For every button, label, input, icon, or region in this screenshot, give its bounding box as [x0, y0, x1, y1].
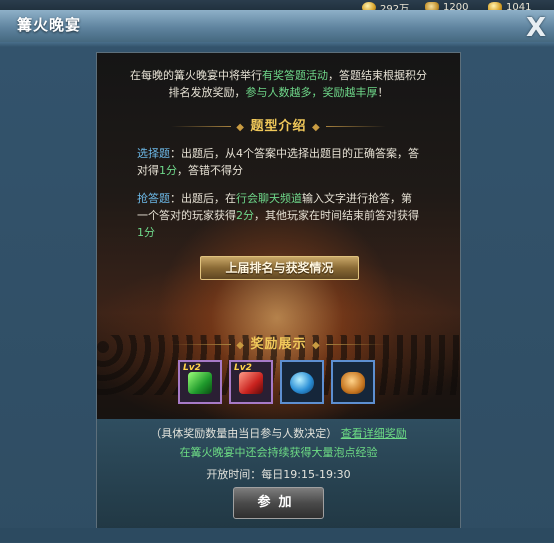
- window-titlebar: [0, 10, 554, 42]
- race-question-desc: 抢答题：出题后，在行会聊天频道输入文字进行抢答，第一个答对的玩家获得2分，其他玩…: [137, 190, 422, 241]
- diamond-icon: ◆: [236, 340, 245, 351]
- section-title-rewards: ◆ 奖励展示 ◆: [97, 333, 460, 352]
- choice-label: 选择题: [137, 147, 170, 160]
- section-title-question-types: ◆ 题型介绍 ◆: [97, 115, 460, 134]
- divider: [326, 126, 387, 127]
- intro-text: 在每晚的篝火晚宴中将举行有奖答题活动，答题结束根据积分 排名发放奖励，参与人数越…: [115, 67, 442, 101]
- reward-note-text: （具体奖励数量由当日参与人数决定）: [150, 427, 338, 440]
- intro-text-part: 排名发放奖励，: [168, 86, 246, 99]
- reward-slot-blue-orb[interactable]: [280, 360, 324, 404]
- reward-slot-green-gem[interactable]: Lv2: [178, 360, 222, 404]
- race-score-first: 2分: [236, 209, 254, 222]
- diamond-icon: ◆: [236, 122, 245, 133]
- intro-highlight-reward: 参与人数越多，奖励越丰厚: [245, 86, 378, 99]
- intro-highlight-quiz: 有奖答题活动: [262, 69, 328, 82]
- choice-text: ，答错不得分: [177, 164, 243, 177]
- green-gem-icon: [188, 372, 212, 394]
- history-ranking-button[interactable]: 上届排名与获奖情况: [200, 256, 359, 280]
- race-channel: 行会聊天频道: [236, 192, 302, 205]
- divider: [170, 344, 231, 345]
- race-text: ，其他玩家在时间结束前答对获得: [254, 209, 419, 222]
- view-reward-details-link[interactable]: 查看详细奖励: [341, 427, 407, 440]
- section-title-text: 题型介绍: [250, 119, 307, 134]
- choice-question-desc: 选择题：出题后，从4个答案中选择出题目的正确答案，答对得1分，答错不得分: [137, 145, 422, 179]
- level-badge: Lv2: [234, 363, 252, 373]
- reward-note: （具体奖励数量由当日参与人数决定） 查看详细奖励: [97, 425, 460, 441]
- diamond-icon: ◆: [312, 340, 321, 351]
- race-label: 抢答题: [137, 192, 170, 205]
- diamond-icon: ◆: [312, 122, 321, 133]
- blue-orb-icon: [290, 372, 314, 394]
- intro-text-part: 在每晚的篝火晚宴中将举行: [130, 69, 262, 82]
- window-title: 篝火晚宴: [17, 16, 82, 34]
- activity-panel: 在每晚的篝火晚宴中将举行有奖答题活动，答题结束根据积分 排名发放奖励，参与人数越…: [96, 52, 461, 530]
- red-gem-icon: [239, 372, 263, 394]
- open-time: 开放时间：每日19:15-19:30: [206, 468, 351, 481]
- window-bottom-edge: [0, 528, 554, 542]
- reward-items: Lv2 Lv2: [178, 360, 378, 406]
- close-button[interactable]: X: [524, 15, 548, 41]
- intro-text-part: ，答题结束根据积分: [328, 69, 427, 82]
- gold-ore-icon: [341, 372, 365, 394]
- join-button[interactable]: 参加: [233, 487, 324, 519]
- intro-text-part: ！: [377, 86, 389, 99]
- divider: [170, 126, 231, 127]
- choice-score: 1分: [159, 164, 177, 177]
- race-score-other: 1分: [137, 226, 155, 239]
- exp-note: 在篝火晚宴中还会持续获得大量泡点经验: [179, 446, 378, 459]
- section-title-text: 奖励展示: [250, 337, 307, 352]
- divider: [326, 344, 387, 345]
- race-text: ：出题后，在: [170, 192, 236, 205]
- reward-slot-red-gem[interactable]: Lv2: [229, 360, 273, 404]
- reward-slot-gold-ore[interactable]: [331, 360, 375, 404]
- level-badge: Lv2: [183, 363, 201, 373]
